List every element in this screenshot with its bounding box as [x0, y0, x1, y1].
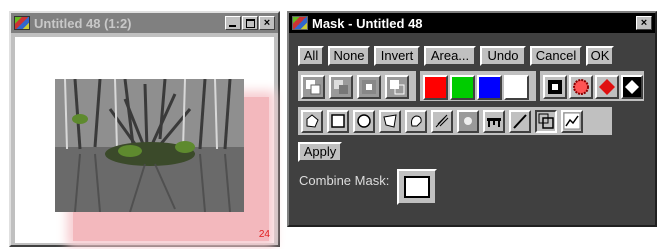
maximize-button[interactable] — [242, 16, 258, 30]
cancel-button[interactable]: Cancel — [530, 46, 582, 66]
polygon-icon[interactable] — [379, 110, 401, 133]
curve-icon[interactable] — [561, 110, 583, 133]
mask-mode-4-icon[interactable] — [385, 75, 409, 99]
combine-mask-label: Combine Mask: — [299, 173, 390, 188]
mask-window-titlebar[interactable]: Mask - Untitled 48 × — [289, 13, 655, 33]
red-swatch[interactable] — [423, 75, 448, 100]
apply-button[interactable]: Apply — [298, 142, 342, 162]
page-number: 24 — [258, 229, 270, 240]
starburst-icon[interactable] — [569, 75, 593, 99]
mask-mode-2-icon[interactable] — [329, 75, 353, 99]
red-diamond-icon[interactable] — [595, 75, 619, 99]
black-diamond-icon[interactable] — [621, 75, 643, 99]
ok-button[interactable]: OK — [586, 46, 614, 66]
feather-icon[interactable] — [431, 110, 453, 133]
undo-button[interactable]: Undo — [480, 46, 526, 66]
mask-window-title: Mask - Untitled 48 — [312, 15, 423, 31]
combine-mask-selector[interactable] — [397, 169, 437, 205]
swamp-photo[interactable] — [55, 79, 244, 212]
image-window-title: Untitled 48 (1:2) — [34, 15, 132, 31]
none-button[interactable]: None — [328, 46, 370, 66]
app-icon — [14, 16, 30, 30]
lasso-icon[interactable] — [405, 110, 427, 133]
soft-brush-icon[interactable] — [457, 110, 479, 133]
rectangle-icon[interactable] — [327, 110, 349, 133]
all-button[interactable]: All — [298, 46, 324, 66]
green-swatch[interactable] — [450, 75, 475, 100]
mask-mode-1-icon[interactable] — [301, 75, 325, 99]
blue-swatch[interactable] — [477, 75, 502, 100]
mask-mode-3-icon[interactable] — [357, 75, 381, 99]
image-canvas[interactable]: 24 — [15, 37, 274, 243]
white-swatch[interactable] — [504, 75, 529, 100]
combine-mask-preview — [404, 176, 430, 198]
app-icon — [292, 16, 308, 30]
flood-fill-icon[interactable] — [301, 110, 323, 133]
mask-window: Mask - Untitled 48 × All None Invert Are… — [287, 11, 657, 227]
overlap-icon[interactable] — [535, 110, 557, 133]
close-button[interactable]: × — [636, 16, 652, 30]
line-icon[interactable] — [509, 110, 531, 133]
table-icon[interactable] — [483, 110, 505, 133]
invert-button[interactable]: Invert — [374, 46, 420, 66]
minimize-button[interactable] — [225, 16, 241, 30]
image-window: Untitled 48 (1:2) × 24 — [9, 11, 280, 247]
area-button[interactable]: Area... — [424, 46, 476, 66]
square-point-icon[interactable] — [543, 75, 567, 99]
ellipse-icon[interactable] — [353, 110, 375, 133]
close-button[interactable]: × — [259, 16, 275, 30]
image-window-titlebar[interactable]: Untitled 48 (1:2) × — [11, 13, 278, 33]
